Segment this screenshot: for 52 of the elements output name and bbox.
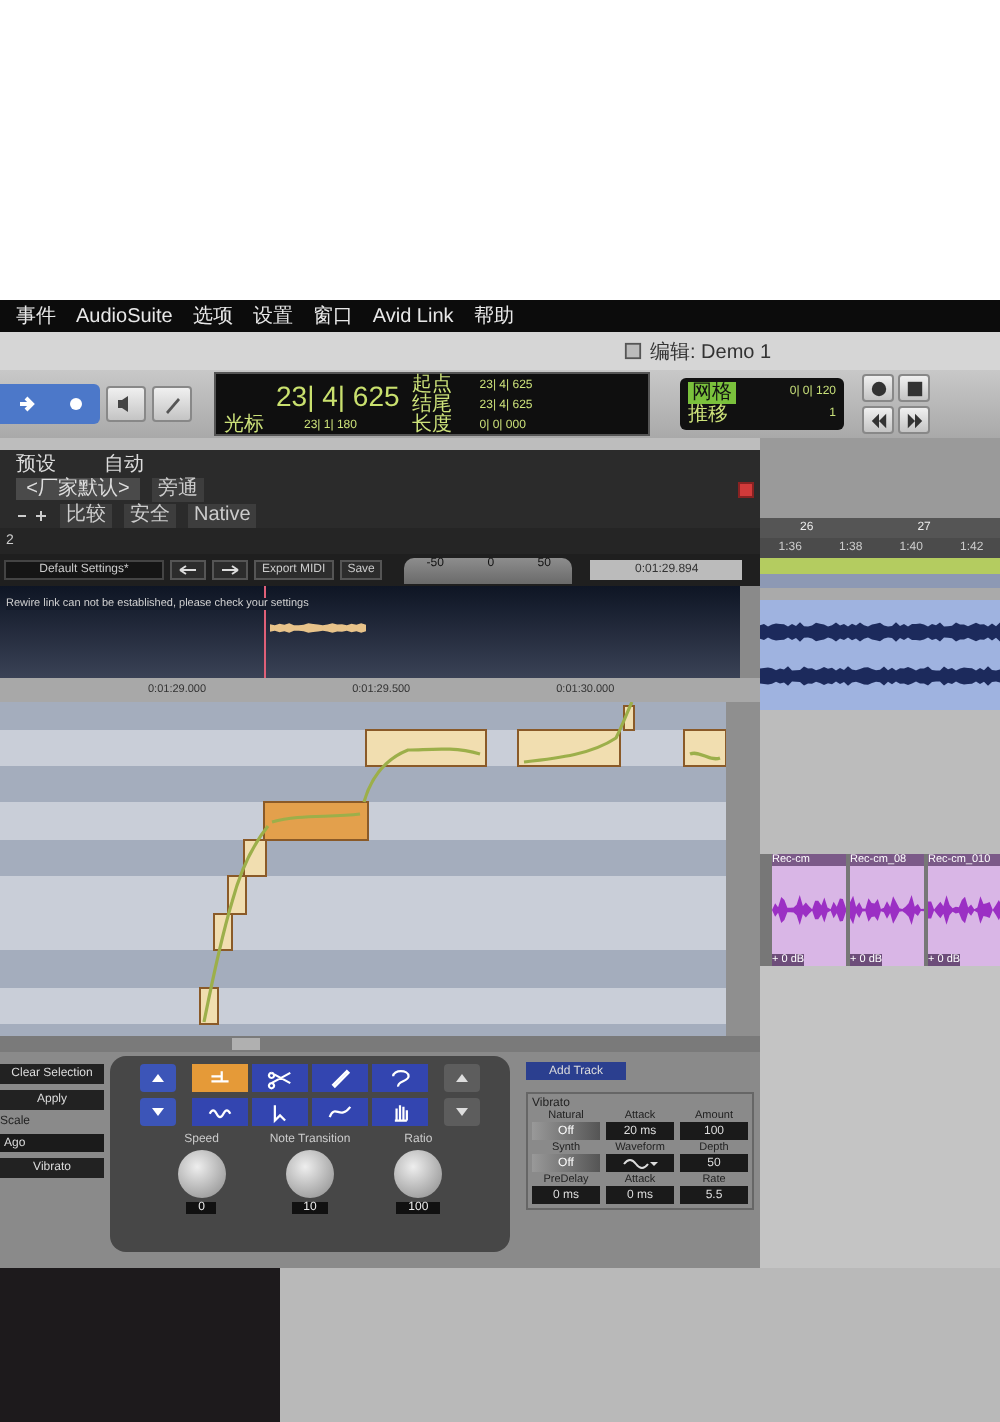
menu-item[interactable]: 选项	[192, 302, 233, 330]
vibrato-tool-icon[interactable]	[192, 1097, 248, 1125]
pencil-tool-icon[interactable]	[312, 1064, 368, 1092]
lasso-tool-icon[interactable]	[372, 1064, 428, 1092]
native-button[interactable]: Native	[188, 503, 257, 527]
scissors-tool-icon[interactable]	[252, 1064, 308, 1092]
menu-item[interactable]: 设置	[252, 302, 293, 330]
main-counter: 23| 4| 625	[276, 380, 400, 412]
menu-item[interactable]: Avid Link	[372, 305, 454, 327]
automation-label: 自动	[104, 451, 144, 477]
scroll-bar[interactable]	[0, 1036, 760, 1052]
curve-tool-icon[interactable]	[312, 1097, 368, 1125]
knob[interactable]	[177, 1150, 226, 1198]
minus-plus-icon[interactable]	[16, 507, 48, 523]
menu-item[interactable]: 窗口	[312, 302, 353, 330]
scroll-bar[interactable]	[726, 702, 760, 1036]
window-title: 编辑: Demo 1	[650, 339, 772, 365]
menu-item[interactable]: 帮助	[473, 302, 514, 330]
close-button[interactable]	[738, 481, 754, 497]
knob[interactable]	[285, 1150, 334, 1198]
safe-button[interactable]: 安全	[124, 503, 176, 527]
counter-label: 结尾	[411, 396, 452, 416]
scroll-bar[interactable]	[740, 586, 760, 678]
grid-label[interactable]: 网格	[688, 382, 736, 404]
stop-icon[interactable]	[898, 374, 930, 402]
edit-mode-buttons[interactable]	[0, 384, 100, 424]
counter-label: 起点	[411, 376, 452, 396]
waveform-dropdown[interactable]	[606, 1154, 674, 1172]
compare-button[interactable]: 比较	[60, 503, 112, 527]
arrow-tool-icon[interactable]	[252, 1097, 308, 1125]
bypass-button[interactable]: 旁通	[152, 477, 204, 501]
preset-label: 预设	[16, 451, 56, 477]
forward-icon[interactable]	[898, 406, 930, 434]
document-icon	[624, 342, 642, 360]
waveform-drawing	[772, 892, 846, 928]
knob[interactable]	[394, 1150, 443, 1198]
waveform-drawing	[850, 892, 924, 928]
rewind-icon[interactable]	[862, 406, 894, 434]
pencil-icon[interactable]	[152, 386, 192, 422]
menu-item[interactable]: 事件	[16, 302, 56, 330]
preset-dropdown[interactable]: <厂家默认>	[16, 478, 140, 500]
waveform-drawing	[270, 622, 366, 634]
sine-wave-icon	[622, 1157, 650, 1169]
menu-item[interactable]: AudioSuite	[76, 305, 173, 327]
counter-label: 长度	[411, 416, 452, 436]
nudge-label: 推移	[688, 404, 728, 426]
hand-tool-icon[interactable]	[372, 1097, 428, 1125]
speaker-icon[interactable]	[106, 386, 146, 422]
caret-icon	[650, 1161, 658, 1165]
record-icon[interactable]	[862, 374, 894, 402]
cursor-label: 光标	[224, 416, 264, 436]
waveform-drawing	[928, 892, 1000, 928]
